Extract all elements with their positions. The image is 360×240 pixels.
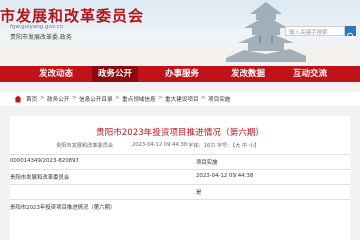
breadcrumb-home[interactable]: 首页 <box>26 95 37 103</box>
breadcrumb-project-implementation[interactable]: 项目实施 <box>208 95 230 103</box>
publisher-value: 贵阳市发展和改革委员会 <box>10 175 70 181</box>
font-size-controls[interactable]: 字体：16只 字号：【大 中 小】 <box>188 142 259 149</box>
breadcrumb-separator: > <box>40 95 45 101</box>
article-source: 贵阳市发展和改革委员会 <box>56 143 114 149</box>
breadcrumb-separator: > <box>158 95 163 101</box>
document-title-value: 贵阳市2023年投资项目推进情况（第六期） <box>10 205 116 211</box>
breadcrumb-separator: > <box>201 95 206 101</box>
publish-date-value: 2023-04-12 09:44:38 <box>196 173 254 179</box>
validity-value: 是 <box>196 190 202 196</box>
search-input[interactable]: 输入关键字搜索 <box>285 26 345 36</box>
table-divider <box>10 199 350 200</box>
site-url: fgw.guiyang.gov.cn <box>10 24 63 30</box>
article-date: 2023-04-12 09:44:38 <box>132 142 188 148</box>
article-card: 贵阳市2023年投资项目推进情况（第六期） 贵阳市发展和改革委员会 2023-0… <box>10 116 350 240</box>
site-title[interactable]: 市发展和改革委员会 <box>0 5 144 26</box>
site-header: 市发展和改革委员会 fgw.guiyang.gov.cn 贵阳市发展改革委.政务… <box>0 0 360 62</box>
index-number: 000014349/2023-820897 <box>10 158 79 164</box>
site-subtitle: 贵阳市发展改革委.政务 <box>10 34 72 41</box>
table-divider <box>10 169 350 170</box>
table-divider <box>10 154 350 155</box>
nav-item-services[interactable]: 办事服务 <box>158 66 206 82</box>
nav-item-data[interactable]: 发改数据 <box>226 66 270 82</box>
info-table: 000014349/2023-820897 项目实施 贵阳市发展和改革委员会 2… <box>10 154 350 240</box>
breadcrumb-separator: > <box>72 95 77 101</box>
nav-item-gov-affairs[interactable]: 政务公开 <box>92 66 138 82</box>
main-nav: 发改动态 政务公开 办事服务 发改数据 互动交流 <box>0 66 360 82</box>
nav-item-interaction[interactable]: 互动交流 <box>288 66 332 82</box>
breadcrumb-gov-affairs[interactable]: 政务公开 <box>47 95 69 103</box>
breadcrumb-separator: > <box>115 95 120 101</box>
article-title: 贵阳市2023年投资项目推进情况（第六期） <box>96 128 264 138</box>
home-icon <box>14 95 22 103</box>
breadcrumb-key-areas[interactable]: 重点领域信息 <box>122 95 156 103</box>
table-divider <box>10 184 350 185</box>
breadcrumb-major-projects[interactable]: 重大建设项目 <box>165 95 199 103</box>
nav-item-news[interactable]: 发改动态 <box>34 66 78 82</box>
category-value: 项目实施 <box>196 160 218 166</box>
search-icon[interactable] <box>345 26 356 40</box>
breadcrumb-catalog[interactable]: 信息公开目录 <box>79 95 113 103</box>
breadcrumb: 首页 > 政务公开 > 信息公开目录 > 重点领域信息 > 重大建设项目 > 项… <box>0 92 360 106</box>
